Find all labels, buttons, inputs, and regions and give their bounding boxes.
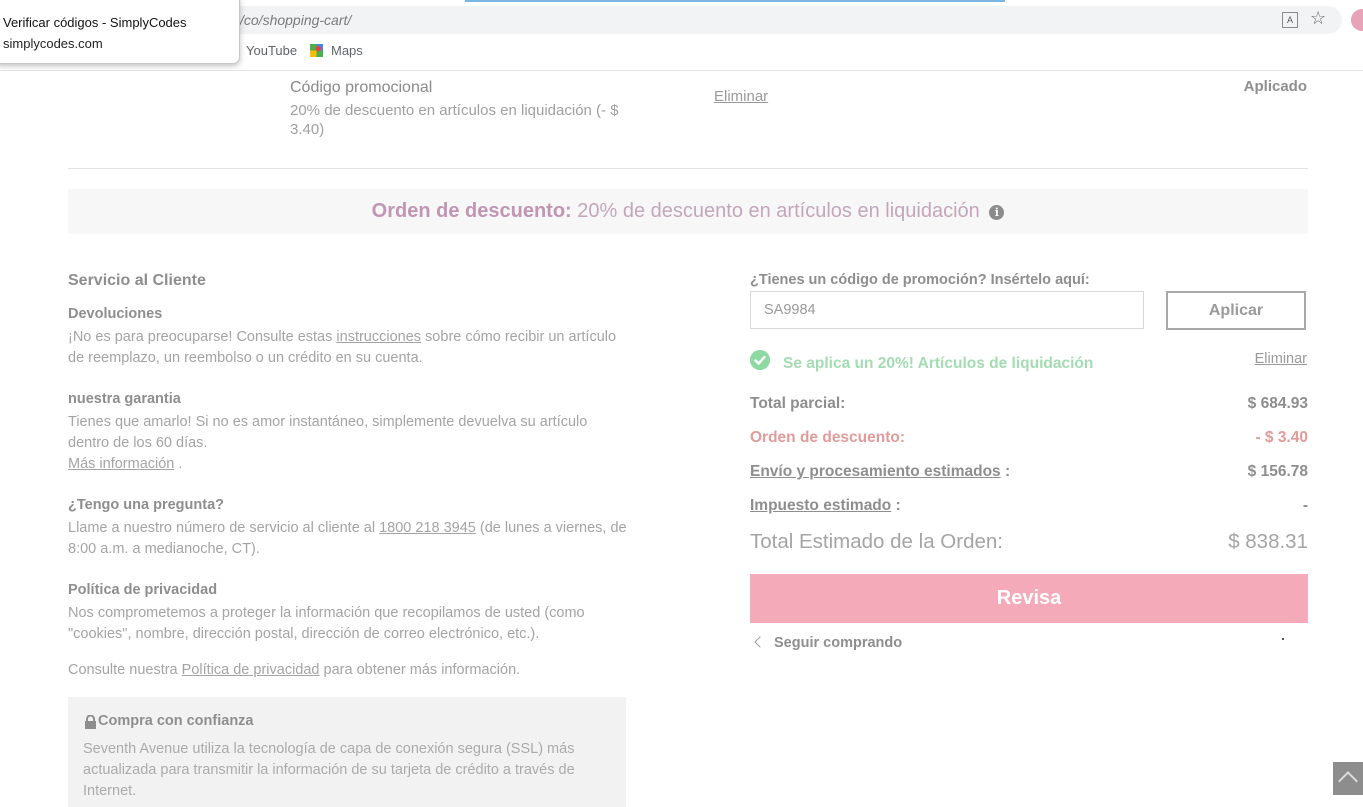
checkout-button[interactable]: Revisa [750, 574, 1308, 623]
shipping-row: Envío y procesamiento estimados : $ 156.… [750, 463, 1308, 480]
dot-marker [1282, 638, 1284, 640]
returns-title: Devoluciones [68, 306, 163, 322]
promo-code-input[interactable] [750, 291, 1144, 329]
customer-service-title: Servicio al Cliente [68, 272, 206, 289]
returns-instructions-link[interactable]: instrucciones [336, 329, 421, 345]
total-label: Total Estimado de la Orden: [750, 530, 1003, 553]
discount-row: Orden de descuento: - $ 3.40 [750, 429, 1308, 453]
promo-code-label: ¿Tienes un código de promoción? Insértel… [750, 272, 1090, 288]
popup-subtitle: simplycodes.com [3, 36, 103, 51]
tax-row: Impuesto estimado : - [750, 497, 1308, 514]
bookmark-star-icon[interactable]: ☆ [1310, 8, 1326, 29]
subtotal-value: $ 684.93 [1247, 395, 1308, 412]
question-title: ¿Tengo una pregunta? [68, 497, 224, 513]
popup-title: Verificar códigos - SimplyCodes [3, 15, 187, 30]
apply-button[interactable]: Aplicar [1166, 291, 1306, 330]
promo-row-remove-link[interactable]: Eliminar [714, 88, 768, 105]
promo-success-message: Se aplica un 20%! Artículos de liquidaci… [783, 355, 1094, 372]
profile-avatar[interactable] [1351, 9, 1363, 31]
privacy-text: Nos comprometemos a proteger la informac… [68, 605, 585, 642]
shipping-label[interactable]: Envío y procesamiento estimados [750, 463, 1001, 480]
promo-row-description: 20% de descuento en artículos en liquida… [290, 102, 619, 138]
subtotal-label: Total parcial: [750, 395, 846, 412]
guarantee-title: nuestra garantia [68, 391, 181, 407]
divider [68, 168, 1308, 169]
discount-label: Orden de descuento: [750, 429, 906, 446]
total-value: $ 838.31 [1228, 530, 1308, 553]
bookmark-youtube[interactable]: YouTube [246, 43, 297, 58]
maps-icon [310, 44, 323, 57]
scroll-to-top-button[interactable] [1333, 762, 1363, 795]
phone-link[interactable]: 1800 218 3945 [379, 520, 476, 536]
translate-icon[interactable]: A [1282, 12, 1298, 28]
lock-icon [85, 715, 96, 729]
chevron-up-icon [1338, 771, 1358, 791]
more-info-link[interactable]: Más información [68, 456, 174, 472]
discount-value: - $ 3.40 [1255, 429, 1308, 446]
promo-row-status: Aplicado [1243, 78, 1307, 95]
privacy-consult-text: Consulte nuestra Política de privacidad … [68, 662, 521, 678]
discount-banner: Orden de descuento: 20% de descuento en … [68, 189, 1308, 234]
secure-shopping-box: Compra con confianza Seventh Avenue util… [68, 697, 626, 807]
extension-popup[interactable]: Verificar códigos - SimplyCodes simplyco… [0, 0, 240, 64]
shipping-value: $ 156.78 [1247, 463, 1308, 480]
privacy-title: Política de privacidad [68, 582, 218, 598]
browser-toolbar: /co/shopping-cart/ A ☆ YouTube Maps Veri… [0, 0, 1363, 71]
guarantee-text: Tienes que amarlo! Si no es amor instant… [68, 414, 588, 472]
question-text: Llame a nuestro número de servicio al cl… [68, 520, 627, 557]
returns-text: ¡No es para preocuparse! Consulte estas … [68, 329, 617, 366]
continue-shopping-link[interactable]: Seguir comprando [754, 635, 902, 651]
promo-remove-link[interactable]: Eliminar [1207, 351, 1307, 367]
loading-progress [465, 0, 1005, 2]
privacy-policy-link[interactable]: Política de privacidad [182, 662, 320, 678]
secure-shopping-text: Seventh Avenue utiliza la tecnología de … [83, 741, 575, 799]
check-circle-icon [750, 350, 770, 370]
chevron-left-icon [754, 636, 766, 648]
total-row: Total Estimado de la Orden: $ 838.31 [750, 530, 1308, 560]
secure-shopping-title: Compra con confianza [98, 713, 254, 729]
address-bar[interactable]: /co/shopping-cart/ A ☆ [212, 6, 1342, 34]
banner-text: 20% de descuento en artículos en liquida… [577, 200, 980, 222]
banner-label: Orden de descuento: [371, 200, 572, 222]
url-text: /co/shopping-cart/ [240, 12, 352, 28]
bookmark-maps[interactable]: Maps [310, 43, 363, 58]
promo-row-title: Código promocional [290, 79, 433, 96]
tax-label[interactable]: Impuesto estimado [750, 497, 891, 514]
info-icon[interactable]: i [989, 205, 1005, 220]
subtotal-row: Total parcial: $ 684.93 [750, 395, 1308, 419]
tax-value: - [1302, 497, 1308, 514]
